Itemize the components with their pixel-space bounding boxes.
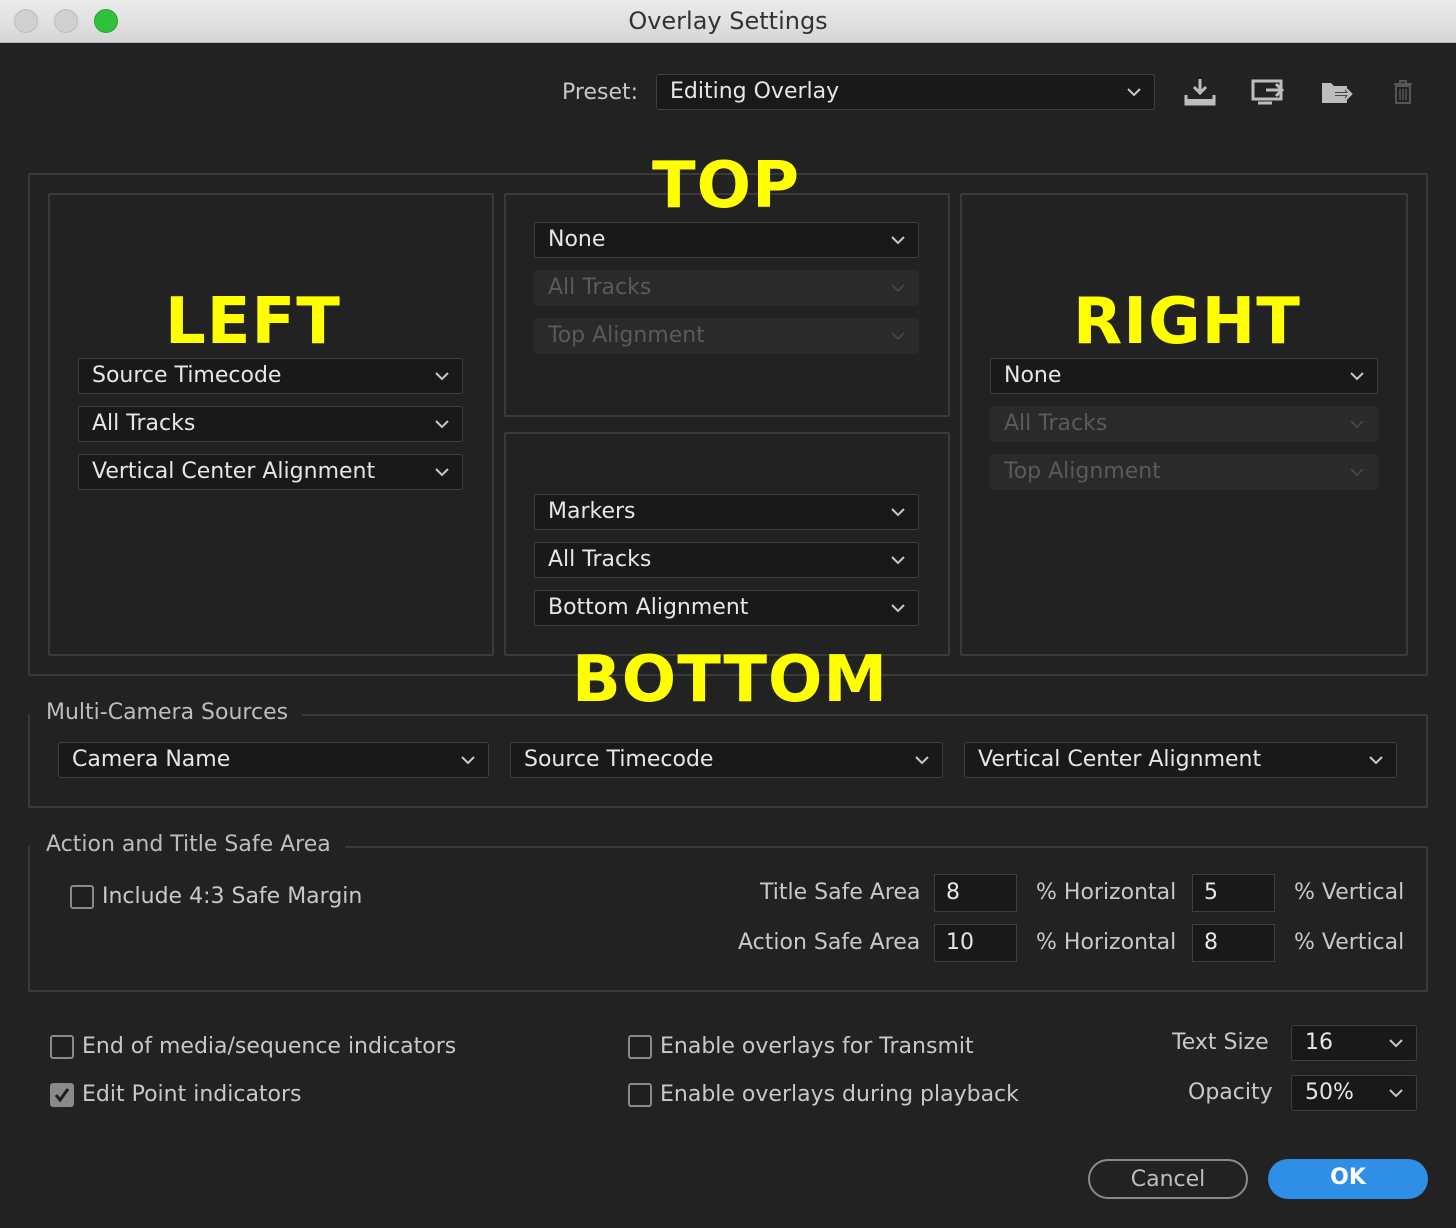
- left-content-value: Source Timecode: [92, 363, 282, 388]
- title-safe-label: Title Safe Area: [760, 880, 921, 905]
- preset-dropdown[interactable]: Editing Overlay: [656, 74, 1155, 110]
- action-safe-label: Action Safe Area: [738, 930, 921, 955]
- top-alignment-dropdown: Top Alignment: [534, 318, 919, 354]
- chevron-down-icon: [460, 743, 476, 777]
- window-title: Overlay Settings: [628, 7, 828, 35]
- multicam-name-value: Camera Name: [72, 747, 231, 772]
- text-size-label: Text Size: [1172, 1030, 1269, 1055]
- multicam-alignment-dropdown[interactable]: Vertical Center Alignment: [964, 742, 1397, 778]
- right-tracks-value: All Tracks: [1004, 411, 1108, 436]
- left-annotation: LEFT: [165, 285, 341, 359]
- action-safe-horizontal-input[interactable]: 10: [934, 924, 1017, 962]
- chevron-down-icon: [1368, 743, 1384, 777]
- action-vertical-unit: % Vertical: [1294, 930, 1405, 955]
- left-tracks-value: All Tracks: [92, 411, 196, 436]
- bottom-content-value: Markers: [548, 499, 636, 524]
- right-annotation: RIGHT: [1073, 285, 1301, 359]
- chevron-down-icon: [890, 271, 906, 305]
- opacity-value: 50%: [1305, 1080, 1354, 1105]
- top-annotation: TOP: [652, 149, 800, 223]
- title-bar: Overlay Settings: [0, 0, 1456, 43]
- right-tracks-dropdown: All Tracks: [990, 406, 1378, 442]
- zoom-window-button[interactable]: [94, 9, 118, 33]
- import-preset-icon[interactable]: [1180, 74, 1220, 110]
- bottom-alignment-value: Bottom Alignment: [548, 595, 749, 620]
- bottom-annotation: BOTTOM: [572, 643, 889, 717]
- safe-area-legend: Action and Title Safe Area: [30, 832, 345, 857]
- title-horizontal-unit: % Horizontal: [1036, 880, 1177, 905]
- chevron-down-icon: [890, 223, 906, 257]
- right-alignment-value: Top Alignment: [1004, 459, 1161, 484]
- delete-preset-icon[interactable]: [1383, 74, 1423, 110]
- edit-point-checkbox[interactable]: [50, 1083, 74, 1107]
- bottom-tracks-value: All Tracks: [548, 547, 652, 572]
- edit-point-label: Edit Point indicators: [82, 1082, 302, 1107]
- top-tracks-value: All Tracks: [548, 275, 652, 300]
- multicam-legend: Multi-Camera Sources: [30, 700, 303, 725]
- chevron-down-icon: [1349, 407, 1365, 441]
- multicam-timecode-value: Source Timecode: [524, 747, 714, 772]
- text-size-value: 16: [1305, 1030, 1333, 1055]
- opacity-label: Opacity: [1188, 1080, 1273, 1105]
- top-tracks-dropdown: All Tracks: [534, 270, 919, 306]
- cancel-button[interactable]: Cancel: [1088, 1159, 1248, 1199]
- end-media-checkbox[interactable]: [50, 1035, 74, 1059]
- right-content-dropdown[interactable]: None: [990, 358, 1378, 394]
- ok-button[interactable]: OK: [1268, 1159, 1428, 1199]
- title-safe-vertical-input[interactable]: 5: [1192, 874, 1275, 912]
- chevron-down-icon: [890, 543, 906, 577]
- left-content-dropdown[interactable]: Source Timecode: [78, 358, 463, 394]
- checkmark-icon: [54, 1088, 70, 1103]
- action-horizontal-unit: % Horizontal: [1036, 930, 1177, 955]
- export-preset-icon[interactable]: [1247, 74, 1287, 110]
- chevron-down-icon: [890, 319, 906, 353]
- title-safe-horizontal-input[interactable]: 8: [934, 874, 1017, 912]
- playback-label: Enable overlays during playback: [660, 1082, 1019, 1107]
- close-window-button[interactable]: [14, 9, 38, 33]
- bottom-tracks-dropdown[interactable]: All Tracks: [534, 542, 919, 578]
- title-vertical-unit: % Vertical: [1294, 880, 1405, 905]
- include-43-label: Include 4:3 Safe Margin: [102, 884, 363, 909]
- chevron-down-icon: [1349, 455, 1365, 489]
- action-safe-vertical-input[interactable]: 8: [1192, 924, 1275, 962]
- chevron-down-icon: [1388, 1076, 1404, 1110]
- chevron-down-icon: [434, 407, 450, 441]
- move-preset-icon[interactable]: [1316, 74, 1356, 110]
- preset-label: Preset:: [562, 80, 639, 105]
- chevron-down-icon: [434, 455, 450, 489]
- transmit-checkbox[interactable]: [628, 1035, 652, 1059]
- left-alignment-dropdown[interactable]: Vertical Center Alignment: [78, 454, 463, 490]
- left-alignment-value: Vertical Center Alignment: [92, 459, 376, 484]
- opacity-dropdown[interactable]: 50%: [1291, 1075, 1417, 1111]
- chevron-down-icon: [434, 359, 450, 393]
- multicam-name-dropdown[interactable]: Camera Name: [58, 742, 489, 778]
- chevron-down-icon: [914, 743, 930, 777]
- chevron-down-icon: [890, 495, 906, 529]
- top-content-dropdown[interactable]: None: [534, 222, 919, 258]
- include-43-checkbox[interactable]: [70, 885, 94, 909]
- multicam-timecode-dropdown[interactable]: Source Timecode: [510, 742, 943, 778]
- chevron-down-icon: [1388, 1026, 1404, 1060]
- bottom-content-dropdown[interactable]: Markers: [534, 494, 919, 530]
- transmit-label: Enable overlays for Transmit: [660, 1034, 974, 1059]
- text-size-dropdown[interactable]: 16: [1291, 1025, 1417, 1061]
- right-content-value: None: [1004, 363, 1062, 388]
- top-content-value: None: [548, 227, 606, 252]
- left-tracks-dropdown[interactable]: All Tracks: [78, 406, 463, 442]
- right-alignment-dropdown: Top Alignment: [990, 454, 1378, 490]
- multicam-alignment-value: Vertical Center Alignment: [978, 747, 1262, 772]
- end-media-label: End of media/sequence indicators: [82, 1034, 457, 1059]
- safe-area-group: [28, 846, 1428, 992]
- minimize-window-button[interactable]: [54, 9, 78, 33]
- top-alignment-value: Top Alignment: [548, 323, 705, 348]
- bottom-alignment-dropdown[interactable]: Bottom Alignment: [534, 590, 919, 626]
- playback-checkbox[interactable]: [628, 1083, 652, 1107]
- chevron-down-icon: [890, 591, 906, 625]
- chevron-down-icon: [1126, 75, 1142, 109]
- preset-value: Editing Overlay: [670, 79, 840, 104]
- chevron-down-icon: [1349, 359, 1365, 393]
